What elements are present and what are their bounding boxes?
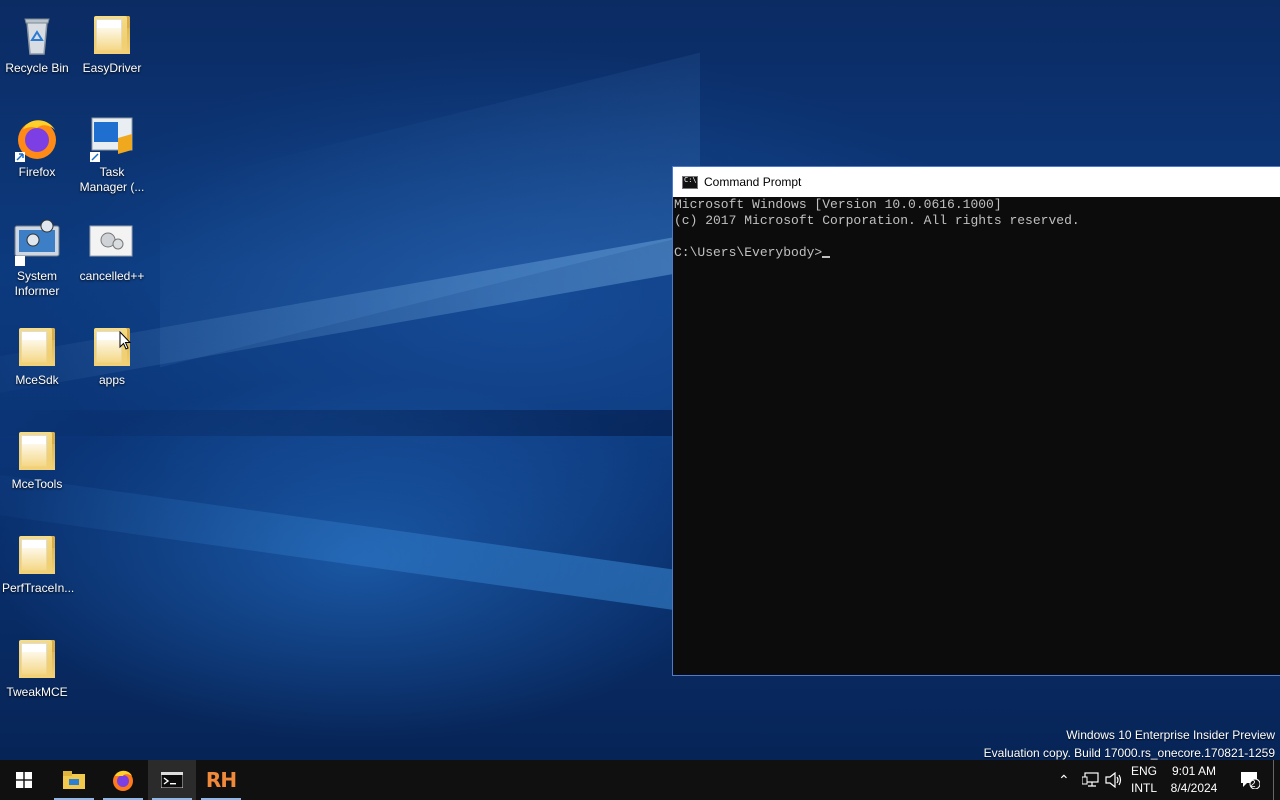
recycle-bin-icon [13, 10, 61, 58]
action-center-button[interactable]: 2 [1236, 760, 1264, 800]
language-code: ENG [1130, 764, 1157, 778]
firefox-icon [113, 770, 133, 791]
volume-button[interactable] [1105, 760, 1123, 800]
gears-icon [88, 218, 136, 266]
desktop-icon-mcesdk[interactable]: MceSdk [0, 316, 74, 388]
firefox-icon [13, 114, 61, 162]
show-hidden-icons-button[interactable]: ⌃ [1058, 760, 1070, 800]
desktop-icon-recycle-bin[interactable]: Recycle Bin [0, 4, 74, 76]
text-cursor [822, 256, 831, 258]
build-watermark: Windows 10 Enterprise Insider Preview Ev… [984, 726, 1275, 760]
taskbar-file-explorer[interactable] [50, 760, 98, 800]
clock-date: 8/4/2024 [1170, 781, 1218, 795]
desktop-icon-perftracein[interactable]: PerfTraceIn... [0, 524, 74, 596]
notification-badge: 2 [1250, 779, 1256, 790]
desktop-icon-mcetools[interactable]: MceTools [0, 420, 74, 492]
window-title: Command Prompt [704, 175, 802, 189]
taskbar: RH ⌃ ENG INTL 9:01 AM 8/4/2024 2 [0, 760, 1280, 800]
keyboard-layout: INTL [1130, 781, 1157, 795]
watermark-line-2: Evaluation copy. Build 17000.rs_onecore.… [983, 746, 1275, 760]
show-desktop-button[interactable] [1273, 760, 1274, 800]
taskbar-rh-app[interactable]: RH [197, 760, 245, 800]
desktop-icon-easydriver[interactable]: EasyDriver [75, 4, 149, 76]
console-prompt: C:\Users\Everybody> [674, 245, 823, 260]
command-prompt-icon [161, 772, 183, 788]
rh-app-icon: RH [205, 768, 237, 792]
system-informer-icon [13, 218, 61, 266]
watermark-line-1: Windows 10 Enterprise Insider Preview [1066, 728, 1275, 742]
console-output[interactable]: Microsoft Windows [Version 10.0.0616.100… [673, 197, 1280, 261]
console-line: (c) 2017 Microsoft Corporation. All righ… [674, 213, 1080, 228]
chevron-up-icon: ⌃ [1058, 771, 1070, 788]
folder-icon [13, 426, 61, 474]
network-icon [1082, 772, 1099, 787]
mouse-cursor-icon [119, 330, 132, 356]
desktop-icon-tweakmce[interactable]: TweakMCE [0, 628, 74, 700]
speaker-icon [1105, 772, 1122, 788]
taskbar-firefox[interactable] [99, 760, 147, 800]
command-prompt-icon [682, 175, 698, 189]
clock-time: 9:01 AM [1171, 764, 1217, 778]
desktop-icon-system-informer[interactable]: System Informer [0, 212, 74, 299]
folder-icon [88, 10, 136, 58]
command-prompt-window[interactable]: Command Prompt Microsoft Windows [Versio… [672, 166, 1280, 676]
desktop-icon-apps[interactable]: apps [75, 316, 149, 388]
taskbar-command-prompt[interactable] [148, 760, 196, 800]
folder-icon [13, 530, 61, 578]
file-explorer-icon [63, 771, 85, 789]
desktop-icon-cancelled[interactable]: cancelled++ [75, 212, 149, 284]
network-button[interactable] [1082, 760, 1100, 800]
command-prompt-titlebar[interactable]: Command Prompt [673, 167, 1280, 197]
desktop: Recycle Bin EasyDriver Firefox Task Mana… [0, 0, 1280, 760]
desktop-icon-task-manager[interactable]: Task Manager (... [75, 108, 149, 195]
task-manager-icon [88, 114, 136, 162]
start-button[interactable] [0, 760, 48, 800]
input-language-button[interactable]: ENG INTL [1128, 760, 1160, 800]
console-line: Microsoft Windows [Version 10.0.0616.100… [674, 197, 1002, 212]
clock-button[interactable]: 9:01 AM 8/4/2024 [1166, 760, 1222, 800]
folder-icon [13, 322, 61, 370]
folder-icon [13, 634, 61, 682]
windows-logo-icon [16, 772, 32, 788]
desktop-icon-firefox[interactable]: Firefox [0, 108, 74, 180]
